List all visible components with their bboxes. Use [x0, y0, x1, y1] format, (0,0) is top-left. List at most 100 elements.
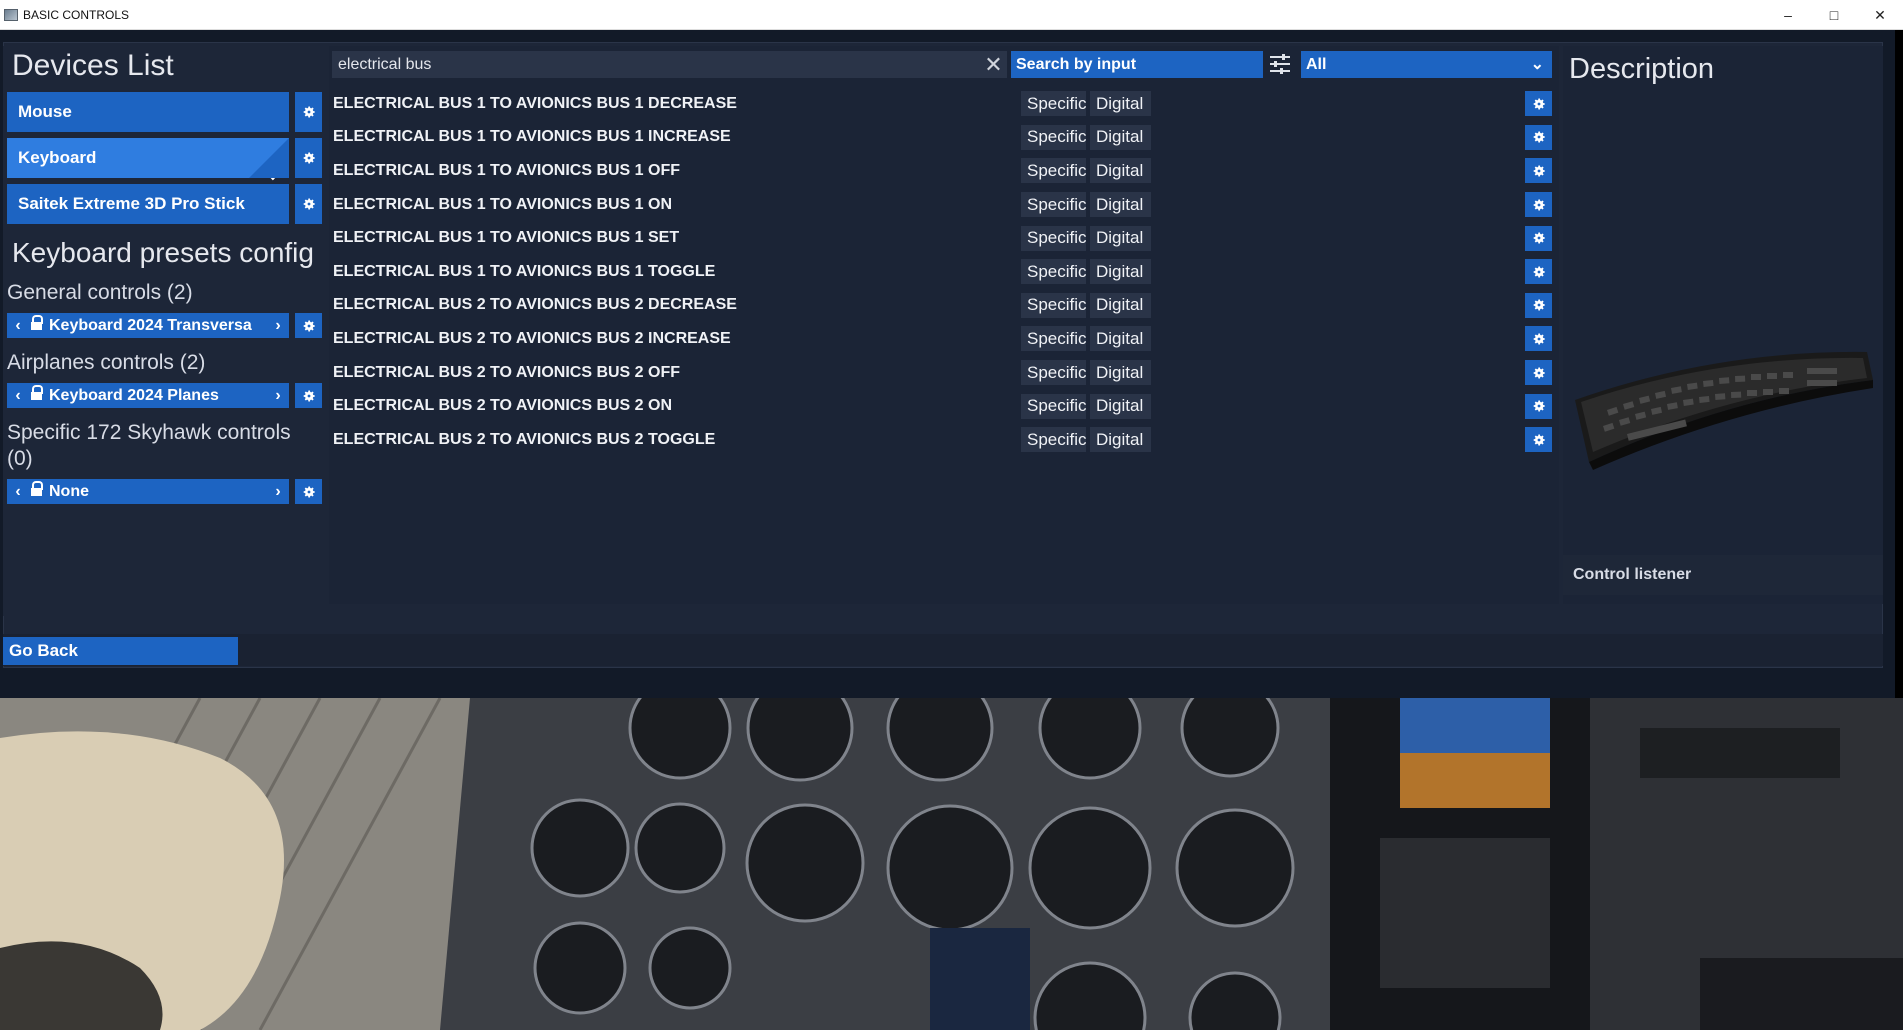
control-type-badge: Digital: [1090, 292, 1151, 318]
control-row[interactable]: ELECTRICAL BUS 1 TO AVIONICS BUS 1 OFF Sp…: [329, 154, 1559, 188]
control-scope-badge: Specific: [1021, 326, 1087, 352]
control-row[interactable]: ELECTRICAL BUS 2 TO AVIONICS BUS 2 TOGGL…: [329, 423, 1559, 457]
minimize-button[interactable]: –: [1765, 0, 1811, 30]
preset-name: None: [49, 482, 89, 500]
preset-airplanes-settings-button[interactable]: [295, 383, 322, 408]
control-settings-button[interactable]: [1525, 124, 1552, 150]
cockpit-panel-illustration: [0, 698, 1903, 1030]
gear-icon: [303, 198, 315, 210]
control-row[interactable]: ELECTRICAL BUS 2 TO AVIONICS BUS 2 ON Spe…: [329, 389, 1559, 423]
preset-group-title: Specific 172 Skyhawk controls (0): [7, 421, 291, 470]
preset-selector-airplanes[interactable]: ‹ Keyboard 2024 Planes ›: [7, 383, 289, 408]
control-row[interactable]: ELECTRICAL BUS 1 TO AVIONICS BUS 1 TOGGL…: [329, 255, 1559, 289]
control-name: ELECTRICAL BUS 1 TO AVIONICS BUS 1 TOGGL…: [333, 262, 716, 280]
control-scope-badge: Specific: [1021, 427, 1087, 453]
device-joystick-button[interactable]: Saitek Extreme 3D Pro Stick: [7, 184, 289, 224]
control-row[interactable]: ELECTRICAL BUS 2 TO AVIONICS BUS 2 INCRE…: [329, 322, 1559, 356]
gear-icon: [303, 319, 315, 332]
window-buttons: – □ ✕: [1765, 0, 1903, 30]
control-row[interactable]: ELECTRICAL BUS 2 TO AVIONICS BUS 2 DECRE…: [329, 289, 1559, 323]
control-type-badge: Digital: [1090, 225, 1151, 251]
control-name: ELECTRICAL BUS 2 TO AVIONICS BUS 2 INCRE…: [333, 329, 731, 347]
control-row[interactable]: ELECTRICAL BUS 1 TO AVIONICS BUS 1 SET Sp…: [329, 221, 1559, 255]
control-listener: Control listener: [1563, 555, 1883, 595]
gear-icon: [1533, 299, 1545, 311]
go-back-button[interactable]: Go Back: [3, 637, 238, 665]
filter-value: All: [1306, 55, 1327, 73]
control-type-badge: Digital: [1090, 91, 1151, 117]
gear-icon: [303, 152, 315, 164]
presets-heading: Keyboard presets config: [12, 237, 314, 268]
control-row[interactable]: ELECTRICAL BUS 2 TO AVIONICS BUS 2 OFF Sp…: [329, 356, 1559, 390]
gear-icon: [1533, 165, 1545, 177]
control-name: ELECTRICAL BUS 2 TO AVIONICS BUS 2 DECRE…: [333, 296, 737, 314]
maximize-button[interactable]: □: [1811, 0, 1857, 30]
gear-icon: [1533, 266, 1545, 278]
control-row[interactable]: ELECTRICAL BUS 1 TO AVIONICS BUS 1 ON Spe…: [329, 188, 1559, 222]
device-mouse-button[interactable]: Mouse: [7, 92, 289, 132]
control-scope-badge: Specific: [1021, 91, 1087, 117]
chevron-left-icon[interactable]: ‹: [7, 483, 29, 501]
chevron-right-icon[interactable]: ›: [267, 387, 289, 405]
control-name: ELECTRICAL BUS 2 TO AVIONICS BUS 2 ON: [333, 397, 673, 415]
gear-icon: [1533, 400, 1545, 412]
description-heading: Description: [1569, 53, 1715, 85]
gear-icon: [1533, 199, 1545, 211]
control-row[interactable]: ELECTRICAL BUS 1 TO AVIONICS BUS 1 INCRE…: [329, 121, 1559, 155]
gear-icon: [1533, 333, 1545, 345]
chevron-left-icon[interactable]: ‹: [7, 387, 29, 405]
device-joystick-settings-button[interactable]: [295, 184, 322, 224]
device-keyboard-settings-button[interactable]: [295, 138, 322, 178]
close-button[interactable]: ✕: [1857, 0, 1903, 30]
chevron-right-icon[interactable]: ›: [267, 317, 289, 335]
control-type-badge: Digital: [1090, 259, 1151, 285]
device-keyboard-button[interactable]: Keyboard: [7, 138, 289, 181]
control-settings-button[interactable]: [1525, 427, 1552, 453]
control-settings-button[interactable]: [1525, 360, 1552, 386]
chevron-right-icon[interactable]: ›: [267, 483, 289, 501]
device-label: Saitek Extreme 3D Pro Stick: [18, 194, 245, 213]
device-mouse-settings-button[interactable]: [295, 92, 322, 132]
control-type-badge: Digital: [1090, 326, 1151, 352]
search-input[interactable]: electrical bus: [332, 51, 1007, 78]
control-scope-badge: Specific: [1021, 360, 1087, 386]
keyboard-illustration: [1575, 351, 1873, 470]
preset-general-settings-button[interactable]: [295, 313, 322, 338]
preset-group-title: Airplanes controls (2): [7, 351, 206, 374]
control-name: ELECTRICAL BUS 1 TO AVIONICS BUS 1 INCRE…: [333, 128, 731, 146]
preset-name: Keyboard 2024 Planes: [49, 386, 219, 404]
lock-icon: [31, 315, 43, 331]
chevron-left-icon[interactable]: ‹: [7, 317, 29, 335]
clear-search-icon[interactable]: ✕: [980, 51, 1007, 78]
filter-dropdown[interactable]: All ⌄: [1301, 51, 1552, 78]
control-settings-button[interactable]: [1525, 326, 1552, 352]
description-panel: [1563, 46, 1883, 604]
control-scope-badge: Specific: [1021, 158, 1087, 184]
control-type-badge: Digital: [1090, 192, 1151, 218]
preset-name: Keyboard 2024 Transversa: [49, 316, 252, 334]
gear-icon: [303, 106, 315, 118]
preset-group-title: General controls (2): [7, 281, 193, 304]
control-settings-button[interactable]: [1525, 91, 1552, 117]
control-settings-button[interactable]: [1525, 192, 1552, 218]
gear-icon: [1533, 434, 1545, 446]
control-settings-button[interactable]: [1525, 259, 1552, 285]
preset-specific-settings-button[interactable]: [295, 479, 322, 504]
control-scope-badge: Specific: [1021, 393, 1087, 419]
preset-selector-specific[interactable]: ‹ None ›: [7, 479, 289, 504]
preset-selector-general[interactable]: ‹ Keyboard 2024 Transversa ›: [7, 313, 289, 338]
gear-icon: [1533, 367, 1545, 379]
control-type-badge: Digital: [1090, 158, 1151, 184]
control-settings-button[interactable]: [1525, 393, 1552, 419]
control-row[interactable]: ELECTRICAL BUS 1 TO AVIONICS BUS 1 DECRE…: [329, 87, 1559, 121]
control-type-badge: Digital: [1090, 360, 1151, 386]
control-settings-button[interactable]: [1525, 292, 1552, 318]
filter-options-icon[interactable]: [1268, 53, 1292, 75]
control-type-badge: Digital: [1090, 393, 1151, 419]
cockpit-background: [0, 698, 1903, 1030]
search-mode-button[interactable]: Search by input: [1011, 51, 1263, 78]
control-name: ELECTRICAL BUS 1 TO AVIONICS BUS 1 DECRE…: [333, 94, 737, 112]
control-settings-button[interactable]: [1525, 158, 1552, 184]
control-name: ELECTRICAL BUS 1 TO AVIONICS BUS 1 ON: [333, 195, 673, 213]
control-settings-button[interactable]: [1525, 225, 1552, 251]
